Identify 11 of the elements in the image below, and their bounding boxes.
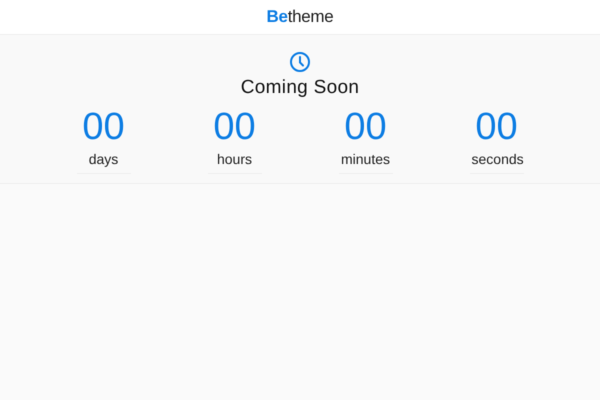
countdown-unit: hours: [208, 149, 262, 174]
countdown-unit: minutes: [338, 149, 392, 174]
countdown-unit: days: [76, 149, 130, 174]
countdown-value: 00: [475, 105, 518, 149]
logo[interactable]: Betheme: [266, 7, 334, 27]
page-title: Coming Soon: [240, 77, 360, 99]
clock-icon: [289, 51, 311, 73]
countdown-unit: seconds: [470, 149, 524, 174]
countdown-value: 00: [82, 105, 125, 149]
countdown-value: 00: [344, 105, 387, 149]
countdown-value: 00: [213, 105, 256, 149]
